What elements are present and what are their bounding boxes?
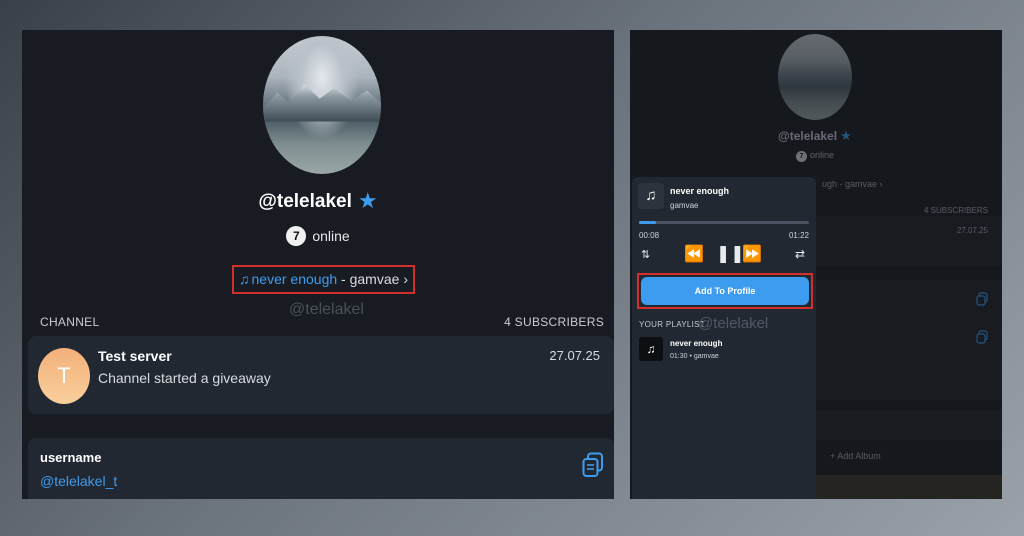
username-label: username bbox=[40, 450, 102, 465]
copy-icon[interactable] bbox=[582, 452, 604, 478]
watermark: @telelakel bbox=[698, 315, 769, 332]
avatar-mountain-image bbox=[263, 84, 381, 122]
previous-icon[interactable]: ⏪ bbox=[684, 244, 704, 264]
background-song-fragment: ugh - gamvae › bbox=[822, 179, 883, 189]
progress-bar[interactable] bbox=[639, 221, 809, 224]
next-icon[interactable]: ⏩ bbox=[742, 244, 762, 264]
copy-icon bbox=[976, 292, 988, 306]
playlist-item-meta: 01:30 • gamvae bbox=[670, 353, 719, 360]
star-icon: ★ bbox=[357, 188, 378, 213]
chevron-right-icon: › bbox=[403, 271, 408, 287]
playlist-cover-icon: ♫ bbox=[639, 337, 663, 361]
sort-icon[interactable]: ⇅ bbox=[641, 248, 650, 261]
background-bottom-strip bbox=[816, 475, 1002, 499]
profile-panel: @telelakel ★ 7 online ♫ never enough - gamv… bbox=[22, 30, 614, 499]
channel-title: Test server bbox=[98, 348, 172, 364]
now-playing-title: never enough bbox=[670, 186, 730, 196]
copy-icon bbox=[976, 330, 988, 344]
now-playing-artist: gamvae bbox=[670, 201, 699, 210]
status-badge: 7 bbox=[286, 226, 307, 246]
online-text: online bbox=[312, 228, 350, 244]
music-player-popup: ♫ never enough gamvae 00:08 01:22 ⇅ ⏪ ❚❚… bbox=[632, 177, 816, 499]
username-info-card: username @telelakel_t bbox=[28, 438, 614, 499]
song-title: never enough bbox=[251, 271, 338, 287]
background-online-status: 7 online bbox=[796, 150, 834, 162]
status-badge: 7 bbox=[796, 151, 807, 162]
profile-song-link[interactable]: ♫ never enough - gamvae › bbox=[232, 265, 415, 294]
song-separator: - bbox=[337, 271, 350, 287]
channel-last-message: Channel started a giveaway bbox=[98, 370, 271, 386]
background-row bbox=[816, 410, 1002, 440]
background-date: 27.07.25 bbox=[956, 226, 988, 235]
time-current: 00:08 bbox=[639, 231, 660, 240]
subscribers-count: 4 SUBSCRIBERS bbox=[504, 315, 604, 329]
progress-fill bbox=[639, 221, 656, 224]
add-album-link: + Add Album bbox=[830, 451, 881, 461]
channel-avatar: T bbox=[38, 348, 90, 404]
background-info-card bbox=[816, 280, 1002, 400]
background-online-text: online bbox=[810, 150, 835, 160]
channel-section-label: CHANNEL bbox=[40, 315, 100, 329]
profile-avatar[interactable] bbox=[263, 36, 381, 174]
playlist-item-title: never enough bbox=[670, 339, 723, 348]
song-artist: gamvae bbox=[349, 271, 400, 287]
star-icon: ★ bbox=[840, 128, 852, 143]
background-subscribers: 4 SUBSCRIBERS bbox=[923, 206, 988, 215]
repeat-icon[interactable]: ⇄ bbox=[795, 247, 805, 261]
channel-card[interactable]: T Test server Channel started a giveaway… bbox=[28, 336, 614, 414]
background-username-row: @telelakel ★ bbox=[778, 128, 852, 144]
time-total: 01:22 bbox=[788, 231, 809, 240]
background-username: @telelakel bbox=[778, 129, 838, 143]
music-note-icon: ♫ bbox=[239, 271, 250, 287]
pause-icon[interactable]: ❚❚ bbox=[716, 244, 745, 264]
profile-username-row: @telelakel ★ bbox=[22, 188, 614, 214]
add-to-profile-highlight: Add To Profile bbox=[637, 273, 813, 309]
watermark: @telelakel bbox=[289, 301, 364, 318]
background-channel-card bbox=[816, 216, 1002, 266]
music-note-icon: ♫ bbox=[638, 183, 664, 209]
add-to-profile-button[interactable]: Add To Profile bbox=[641, 277, 809, 305]
player-panel: @telelakel ★ 7 online ugh - gamvae › 4 SUB… bbox=[630, 30, 1002, 499]
background-avatar bbox=[778, 34, 852, 120]
online-status: 7 online bbox=[22, 226, 614, 246]
username-value[interactable]: @telelakel_t bbox=[40, 473, 117, 489]
channel-date: 27.07.25 bbox=[549, 348, 600, 363]
playlist-label: YOUR PLAYLIST bbox=[639, 320, 705, 329]
profile-username: @telelakel bbox=[258, 191, 352, 212]
